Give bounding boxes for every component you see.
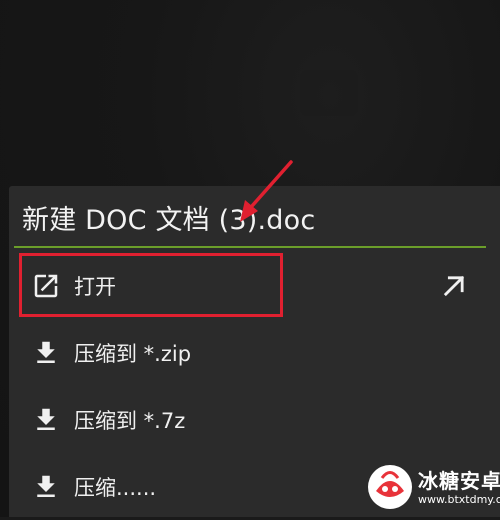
- watermark: 冰糖安卓网 www.btxtdmy.com: [352, 453, 500, 517]
- menu-item-label: 打开: [74, 275, 116, 299]
- menu-item-open[interactable]: 打开: [9, 253, 500, 319]
- background-icon: [300, 70, 358, 116]
- title-divider: [14, 246, 486, 248]
- menu-item-compress-7z[interactable]: 压缩到 *.7z: [9, 387, 500, 453]
- download-icon: [37, 341, 55, 363]
- sheet-title: 新建 DOC 文档 (3).doc: [22, 205, 316, 236]
- download-icon: [37, 408, 55, 430]
- watermark-logo-icon: [368, 465, 412, 509]
- download-icon: [37, 475, 55, 497]
- menu-item-label: 压缩到 *.7z: [74, 409, 186, 433]
- arrow-up-right-icon: [443, 275, 465, 297]
- open-external-icon: [34, 274, 58, 298]
- watermark-title: 冰糖安卓网: [418, 469, 500, 493]
- menu-item-label: 压缩到 *.zip: [74, 342, 192, 366]
- menu-item-compress-zip[interactable]: 压缩到 *.zip: [9, 320, 500, 386]
- menu-item-label: 压缩......: [74, 476, 157, 500]
- watermark-url: www.btxtdmy.com: [418, 493, 500, 506]
